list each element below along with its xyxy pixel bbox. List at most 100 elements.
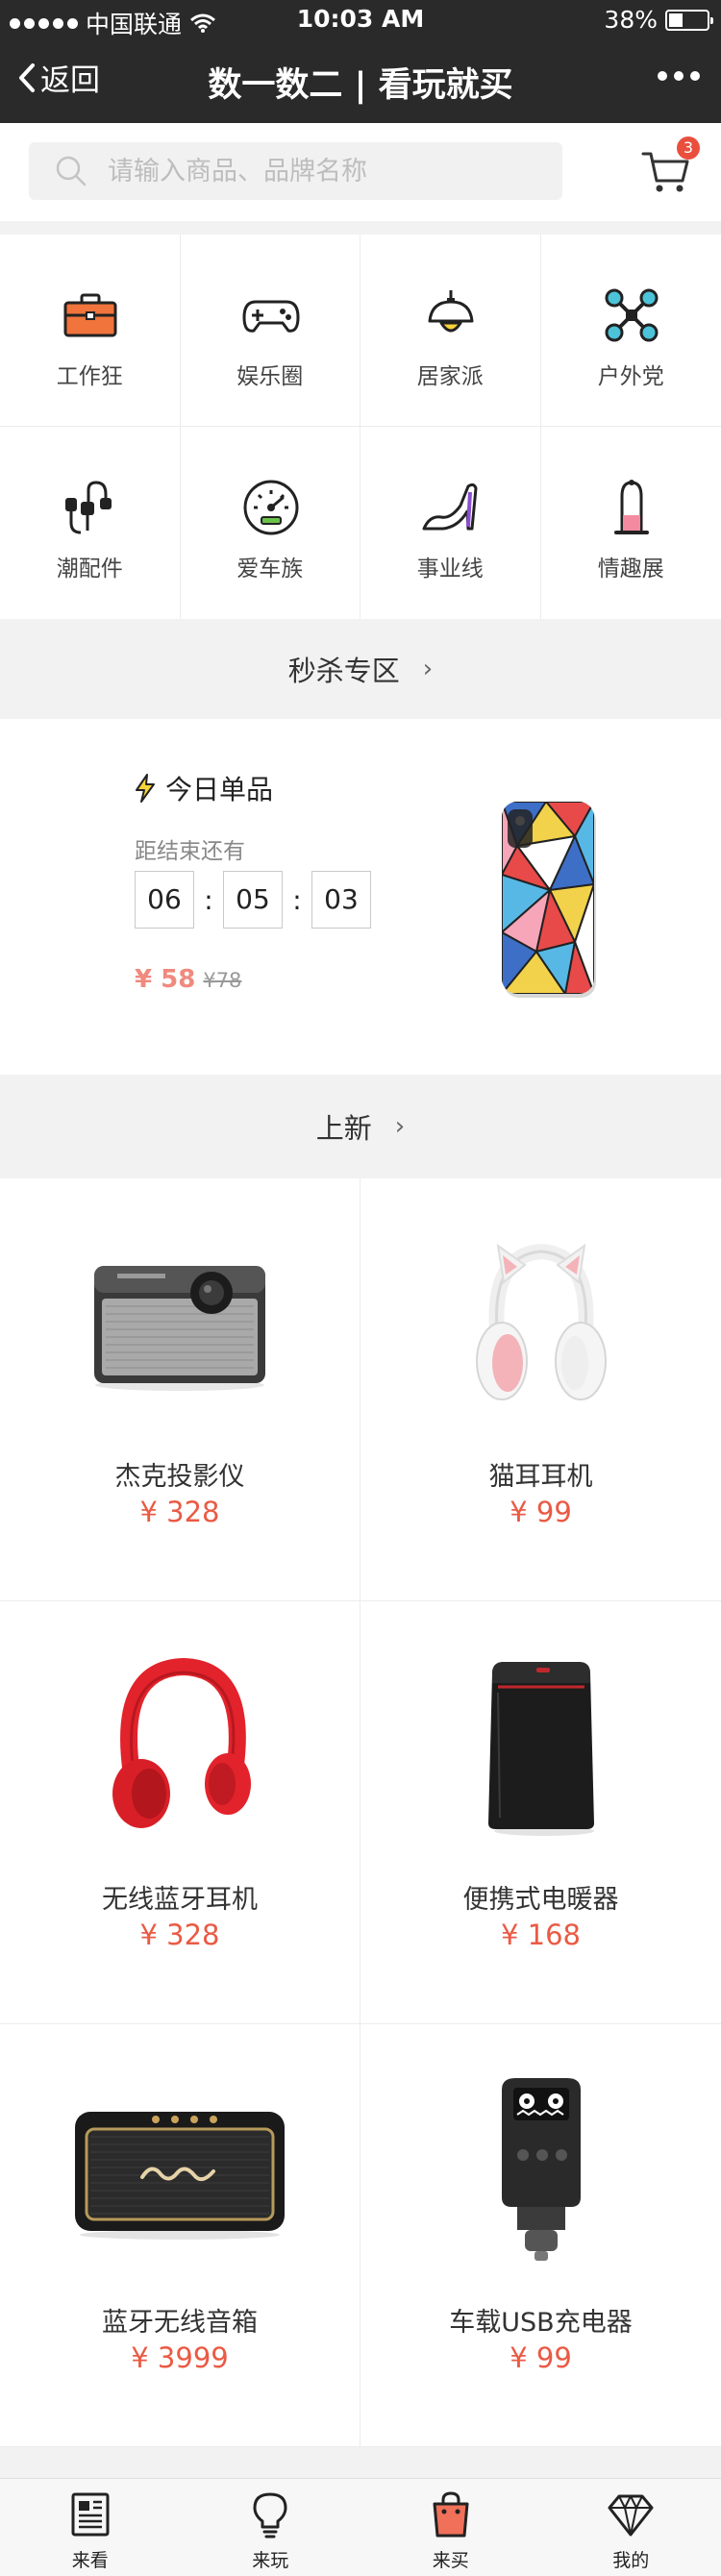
- flash-price: ¥ 58 ¥78: [135, 965, 241, 994]
- tab-look[interactable]: 来看: [0, 2479, 181, 2576]
- phone-case-image[interactable]: [498, 798, 598, 1003]
- cat-ear-headphones-image: [360, 1226, 721, 1419]
- search-icon: [56, 156, 87, 186]
- product-card[interactable]: 杰克投影仪 ¥ 328: [0, 1178, 360, 1601]
- cart-button[interactable]: 3: [640, 136, 700, 196]
- product-price: ¥ 168: [500, 1919, 582, 1951]
- category-item[interactable]: 潮配件: [0, 427, 181, 619]
- cart-count-badge: 3: [677, 136, 700, 160]
- countdown-timer: 06 : 05 : 03: [135, 871, 371, 929]
- product-price: ¥ 328: [139, 1919, 220, 1951]
- category-item[interactable]: 娱乐圈: [180, 235, 360, 427]
- countdown-seconds: 03: [311, 871, 371, 929]
- shopping-bag-icon: [433, 2491, 469, 2538]
- battery-percent: 38%: [604, 6, 658, 34]
- navigation-bar: 返回 数一数二 | 看玩就买: [0, 38, 721, 123]
- chevron-right-icon: ›: [422, 655, 434, 683]
- chevron-right-icon: ›: [394, 1112, 406, 1141]
- page-title: 数一数二 | 看玩就买: [208, 66, 513, 105]
- countdown-hours: 06: [135, 871, 194, 929]
- tab-label: 来玩: [252, 2550, 289, 2571]
- product-card[interactable]: 便携式电暖器 ¥ 168: [360, 1601, 721, 2024]
- product-name: 车载USB充电器: [449, 2308, 633, 2338]
- search-box[interactable]: [29, 142, 562, 200]
- product-name: 无线蓝牙耳机: [102, 1885, 258, 1915]
- lightbulb-icon: [253, 2492, 287, 2539]
- countdown-minutes: 05: [223, 871, 283, 929]
- category-label: 爱车族: [236, 557, 304, 582]
- diamond-icon: [608, 2494, 654, 2537]
- countdown-separator: :: [292, 883, 302, 916]
- category-item[interactable]: 居家派: [360, 235, 541, 427]
- product-price: ¥ 99: [510, 1496, 572, 1528]
- product-price: ¥ 99: [510, 2341, 572, 2374]
- condom-icon: [613, 480, 649, 534]
- high-heel-icon: [422, 483, 478, 531]
- more-button[interactable]: [658, 62, 700, 90]
- red-headphones-image: [0, 1649, 360, 1842]
- product-name: 猫耳耳机: [488, 1462, 593, 1492]
- speedometer-icon: [243, 480, 298, 535]
- product-card[interactable]: 猫耳耳机 ¥ 99: [360, 1178, 721, 1601]
- new-arrivals-title: 上新: [315, 1112, 372, 1145]
- category-label: 事业线: [416, 557, 484, 582]
- daily-item-title: 今日单品: [135, 769, 273, 807]
- marshall-speaker-image: [0, 2072, 360, 2265]
- product-price: ¥ 328: [139, 1496, 220, 1528]
- category-item[interactable]: 户外党: [540, 235, 721, 427]
- product-name: 蓝牙无线音箱: [102, 2308, 258, 2338]
- category-grid: 工作狂 娱乐圈 居家派 户外党 潮配件 爱车族 事业线 情趣展: [0, 235, 721, 619]
- flash-sale-card: 今日单品 距结束还有 06 : 05 : 03 ¥ 58 ¥78: [0, 719, 721, 1075]
- category-item[interactable]: 情趣展: [541, 427, 721, 619]
- flash-sale-title: 秒杀专区: [287, 655, 400, 687]
- tab-mine[interactable]: 我的: [541, 2479, 721, 2576]
- tab-label: 来看: [71, 2550, 109, 2571]
- category-label: 居家派: [416, 364, 484, 389]
- product-price: ¥ 3999: [131, 2341, 229, 2374]
- product-grid: 杰克投影仪 ¥ 328 猫耳耳机 ¥ 99 无线蓝牙耳机 ¥ 328 便携式电暖…: [0, 1178, 721, 2447]
- battery-icon: [665, 9, 713, 31]
- tab-label: 来买: [432, 2550, 469, 2571]
- lamp-icon: [428, 290, 474, 333]
- bottom-tab-bar: 来看 来玩 来买 我的: [0, 2478, 721, 2576]
- category-label: 工作狂: [56, 364, 123, 389]
- countdown-separator: :: [204, 883, 213, 916]
- category-label: 户外党: [597, 364, 664, 389]
- category-item[interactable]: 事业线: [360, 427, 541, 619]
- category-label: 潮配件: [56, 557, 123, 582]
- category-label: 娱乐圈: [236, 364, 304, 389]
- tab-play[interactable]: 来玩: [181, 2479, 361, 2576]
- category-label: 情趣展: [597, 557, 664, 582]
- drone-icon: [605, 288, 658, 342]
- product-card[interactable]: 无线蓝牙耳机 ¥ 328: [0, 1601, 360, 2024]
- projector-image: [0, 1226, 360, 1419]
- daily-item-label: 今日单品: [165, 774, 274, 805]
- heater-image: [360, 1649, 721, 1842]
- battery: 38%: [604, 6, 713, 34]
- status-bar: 中国联通 10:03 AM 38%: [0, 0, 721, 38]
- tab-label: 我的: [612, 2550, 650, 2571]
- original-price: ¥78: [203, 969, 242, 992]
- countdown-caption: 距结束还有: [135, 839, 245, 864]
- top-bar: 中国联通 10:03 AM 38% 返回 数一数二 | 看玩就买: [0, 0, 721, 123]
- gamepad-icon: [242, 300, 299, 333]
- category-item[interactable]: 工作狂: [0, 235, 181, 427]
- sale-price: ¥ 58: [135, 965, 196, 994]
- car-charger-image: [360, 2072, 721, 2265]
- more-dot-icon: [658, 71, 667, 81]
- tab-buy[interactable]: 来买: [360, 2479, 541, 2576]
- product-name: 便携式电暖器: [462, 1885, 619, 1915]
- more-dot-icon: [690, 71, 700, 81]
- newspaper-icon: [71, 2492, 110, 2537]
- category-item[interactable]: 爱车族: [181, 427, 360, 619]
- search-input[interactable]: [108, 156, 531, 186]
- lightning-icon: [136, 774, 155, 803]
- product-card[interactable]: 蓝牙无线音箱 ¥ 3999: [0, 2024, 360, 2447]
- product-card[interactable]: 车载USB充电器 ¥ 99: [360, 2024, 721, 2447]
- search-bar: 3: [0, 123, 721, 221]
- new-arrivals-header[interactable]: 上新 ›: [0, 1077, 721, 1177]
- headphones-icon: [65, 481, 112, 534]
- flash-sale-header[interactable]: 秒杀专区 ›: [0, 619, 721, 719]
- briefcase-icon: [63, 293, 117, 337]
- product-name: 杰克投影仪: [114, 1462, 245, 1492]
